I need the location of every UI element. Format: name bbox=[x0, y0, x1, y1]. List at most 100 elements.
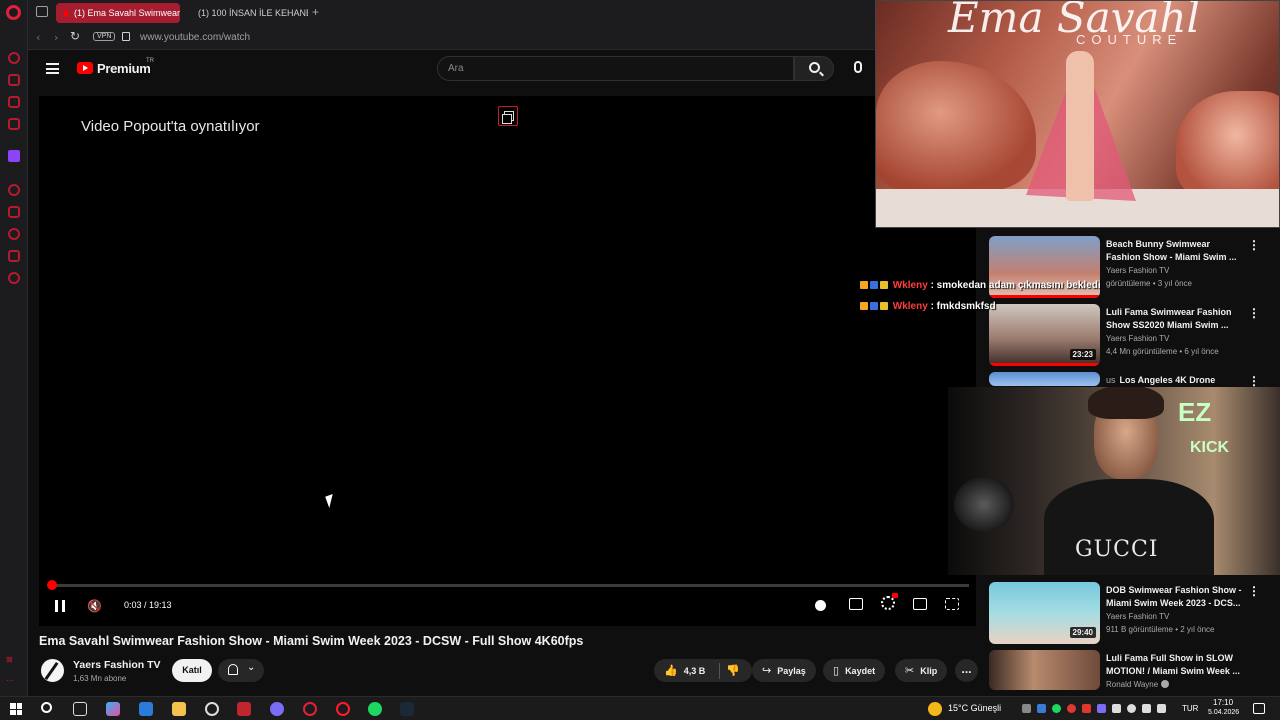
copilot-icon[interactable] bbox=[106, 702, 120, 716]
video-thumbnail[interactable] bbox=[989, 650, 1100, 690]
related-title[interactable]: Beach Bunny Swimwear Fashion Show - Miam… bbox=[1106, 238, 1246, 264]
tab-ema-savahl[interactable]: (1) Ema Savahl Swimwear bbox=[56, 3, 180, 23]
related-title[interactable]: DOB Swimwear Fashion Show - Miami Swim W… bbox=[1106, 584, 1246, 610]
tray-icon[interactable] bbox=[1112, 704, 1121, 713]
clock-time[interactable]: 17:10 bbox=[1213, 698, 1233, 707]
popout-video-window[interactable]: Ema Savahl COUTURE bbox=[875, 0, 1280, 228]
lock-icon[interactable] bbox=[122, 32, 130, 41]
twitch-icon[interactable] bbox=[8, 150, 20, 162]
notification-button[interactable]: ⌄ bbox=[218, 659, 264, 682]
instagram-icon[interactable] bbox=[8, 118, 20, 130]
youtube-logo-icon[interactable] bbox=[77, 62, 93, 74]
share-button[interactable]: ↪ Paylaş bbox=[752, 659, 816, 682]
list-item[interactable]: 29:40 DOB Swimwear Fashion Show - Miami … bbox=[989, 582, 1279, 646]
gx-icon[interactable]: ⊠ bbox=[6, 655, 13, 664]
search-icon[interactable] bbox=[41, 702, 52, 713]
language-indicator[interactable]: TUR bbox=[1182, 704, 1198, 713]
more-vert-icon[interactable]: ⋮ bbox=[1248, 374, 1260, 388]
opera-logo-icon[interactable] bbox=[6, 5, 21, 20]
tray-icon[interactable] bbox=[1067, 704, 1076, 713]
settings-gear-icon[interactable] bbox=[881, 596, 895, 610]
opera-icon[interactable] bbox=[336, 702, 350, 716]
more-vert-icon[interactable]: ⋮ bbox=[1248, 238, 1260, 252]
discord-icon[interactable] bbox=[270, 702, 284, 716]
weather-text[interactable]: 15°C Güneşli bbox=[948, 703, 1001, 713]
clock-icon[interactable] bbox=[8, 228, 20, 240]
task-view-icon[interactable] bbox=[73, 702, 87, 716]
save-button[interactable]: ▯ Kaydet bbox=[823, 659, 886, 682]
opera-gx-icon[interactable] bbox=[303, 702, 317, 716]
related-channel[interactable]: Yaers Fashion TV bbox=[1106, 334, 1169, 343]
tab-100-insan[interactable]: (1) 100 İNSAN İLE KEHANE bbox=[184, 3, 308, 23]
reload-icon[interactable]: ↻ bbox=[70, 29, 80, 43]
more-vert-icon[interactable]: ⋮ bbox=[1248, 584, 1260, 598]
like-button[interactable]: 👍 4,3 B 👎 bbox=[654, 659, 752, 682]
history-icon[interactable] bbox=[8, 52, 20, 64]
chat-message: Wkleny : fmkdsmkfsd bbox=[860, 301, 996, 312]
video-thumbnail[interactable]: 23:23 bbox=[989, 304, 1100, 366]
steam-icon[interactable] bbox=[400, 702, 414, 716]
new-tab-button[interactable]: + bbox=[312, 5, 319, 19]
fullscreen-icon[interactable] bbox=[945, 598, 959, 610]
related-title[interactable]: us Los Angeles 4K Drone bbox=[1106, 374, 1246, 387]
app-icon[interactable] bbox=[205, 702, 219, 716]
pause-icon[interactable] bbox=[55, 600, 65, 612]
settings-icon[interactable] bbox=[8, 272, 20, 284]
forward-icon[interactable]: › bbox=[54, 31, 58, 44]
aria-icon[interactable] bbox=[8, 74, 20, 86]
premium-logo-text[interactable]: Premium bbox=[97, 61, 151, 76]
video-thumbnail[interactable] bbox=[989, 372, 1100, 386]
video-thumbnail[interactable]: 29:40 bbox=[989, 582, 1100, 644]
tray-icon[interactable] bbox=[1052, 704, 1061, 713]
sidebar-more-icon[interactable]: ⋯ bbox=[6, 676, 14, 685]
video-player[interactable]: Video Popout'ta oynatılıyor 🔇 0:03 / 19:… bbox=[39, 96, 976, 626]
voicemeeter-icon[interactable] bbox=[237, 702, 251, 716]
spotify-icon[interactable] bbox=[368, 702, 382, 716]
messenger-icon[interactable] bbox=[8, 96, 20, 108]
more-actions-button[interactable]: ... bbox=[955, 659, 978, 682]
popout-icon[interactable] bbox=[498, 106, 518, 126]
app-icon[interactable] bbox=[139, 702, 153, 716]
pinboard-icon[interactable] bbox=[8, 250, 20, 262]
wifi-icon[interactable] bbox=[1142, 704, 1151, 713]
tray-icon[interactable] bbox=[1082, 704, 1091, 713]
related-channel[interactable]: Ronald Wayne bbox=[1106, 680, 1170, 689]
sun-icon[interactable] bbox=[928, 702, 942, 716]
windows-start-icon[interactable] bbox=[10, 703, 22, 715]
more-vert-icon[interactable]: ⋮ bbox=[1248, 306, 1260, 320]
tray-icon[interactable] bbox=[1127, 704, 1136, 713]
back-icon[interactable]: ‹ bbox=[36, 31, 40, 44]
volume-icon[interactable] bbox=[1157, 704, 1166, 713]
related-channel[interactable]: Yaers Fashion TV bbox=[1106, 266, 1169, 275]
notification-icon[interactable] bbox=[1253, 703, 1265, 714]
file-explorer-icon[interactable] bbox=[172, 702, 186, 716]
related-channel[interactable]: Yaers Fashion TV bbox=[1106, 612, 1169, 621]
url-field[interactable]: www.youtube.com/watch bbox=[140, 32, 250, 43]
channel-name[interactable]: Yaers Fashion TV bbox=[73, 659, 161, 671]
scrubber-handle[interactable] bbox=[47, 580, 57, 590]
join-button[interactable]: Katıl bbox=[172, 659, 212, 682]
theater-mode-icon[interactable] bbox=[913, 598, 927, 610]
related-title[interactable]: Luli Fama Full Show in SLOW MOTION! / Mi… bbox=[1106, 652, 1246, 678]
thumbs-down-icon[interactable]: 👎 bbox=[726, 664, 740, 677]
microphone-icon[interactable] bbox=[854, 61, 862, 73]
search-button[interactable] bbox=[794, 56, 834, 81]
vpn-badge[interactable]: VPN bbox=[93, 32, 116, 41]
progress-bar[interactable] bbox=[49, 584, 969, 587]
autoplay-toggle[interactable] bbox=[815, 600, 826, 611]
clip-button[interactable]: ✂ Klip bbox=[895, 659, 948, 682]
player-icon[interactable] bbox=[8, 184, 20, 196]
tray-icon[interactable] bbox=[1037, 704, 1046, 713]
bookmarks-icon[interactable] bbox=[8, 206, 20, 218]
tab-menu-icon[interactable] bbox=[36, 6, 48, 17]
channel-avatar[interactable] bbox=[39, 657, 66, 684]
search-input[interactable]: Ara bbox=[437, 56, 794, 81]
clock-date[interactable]: 5.04.2026 bbox=[1208, 709, 1239, 716]
list-item[interactable]: 23:23 Luli Fama Swimwear Fashion Show SS… bbox=[989, 304, 1279, 368]
mute-icon[interactable]: 🔇 bbox=[87, 599, 102, 613]
related-title[interactable]: Luli Fama Swimwear Fashion Show SS2020 M… bbox=[1106, 306, 1246, 332]
tray-icon[interactable] bbox=[1097, 704, 1106, 713]
subtitles-icon[interactable] bbox=[849, 598, 863, 610]
tray-chevron-icon[interactable] bbox=[1022, 704, 1031, 713]
menu-icon[interactable] bbox=[46, 63, 59, 74]
